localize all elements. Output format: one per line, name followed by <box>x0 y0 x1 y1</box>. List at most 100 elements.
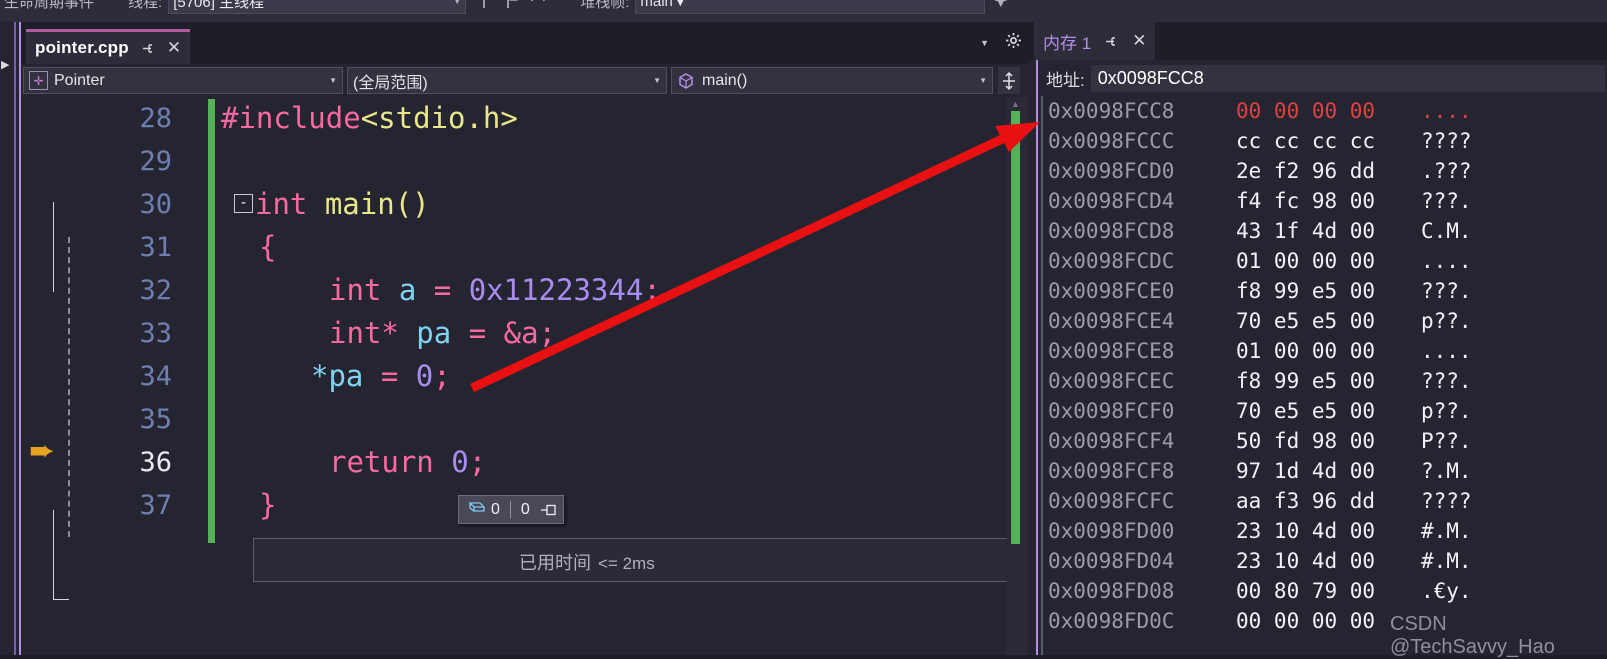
memory-address: 0x0098FCD8 <box>1048 219 1175 243</box>
thread-label: 线程: <box>128 0 163 11</box>
expand-pane-icon[interactable]: ▶ <box>1 58 9 71</box>
memory-row: 0x0098FCEC f8 99 e5 00???. <box>1028 366 1607 396</box>
semicolon: ; <box>433 359 451 393</box>
memory-gutter-rail <box>1041 96 1043 655</box>
memory-ascii: .... <box>1421 339 1472 363</box>
memory-row: 0x0098FCE8 01 00 00 00.... <box>1028 336 1607 366</box>
memory-hex: f8 99 e5 00 <box>1236 369 1376 393</box>
memory-row: 0x0098FD08 00 80 79 00 .€y. <box>1028 576 1607 606</box>
chevron-down-icon[interactable]: ▼ <box>980 38 989 48</box>
chevron-down-icon: ▼ <box>672 0 688 10</box>
memory-address: 0x0098FCF8 <box>1048 459 1175 483</box>
elapsed-time-annotation: 已用时间 <= 2ms <box>519 549 655 575</box>
assign-operator: = <box>468 316 504 350</box>
thread-select[interactable]: [5706] 主线程 ▼ <box>168 0 467 14</box>
memory-address-bar: 地址: 0x0098FCC8 <box>1028 60 1607 96</box>
close-icon[interactable]: ✕ <box>1132 31 1146 51</box>
code-surface[interactable]: ➨ 28 29 30 31 32 33 34 35 36 37 #include… <box>21 97 1028 655</box>
memory-address: 0x0098FCDC <box>1048 249 1175 273</box>
line-number: 31 <box>139 232 172 263</box>
line-number: 28 <box>139 103 172 134</box>
memory-address: 0x0098FD08 <box>1048 579 1175 603</box>
address-label: 地址: <box>1046 70 1085 90</box>
memory-row: 0x0098FCE4 70 e5 e5 00 p??. <box>1028 306 1607 336</box>
step-out-icon[interactable] <box>530 0 546 9</box>
memory-ascii: ???. <box>1421 369 1472 393</box>
memory-dump-rows[interactable]: 0x0098FCC8 00 00 00 00.... 0x0098FCCC cc c… <box>1028 96 1607 655</box>
keyword-int: int <box>255 187 308 221</box>
line-number: 30 <box>139 189 172 220</box>
pin-icon[interactable] <box>539 503 557 517</box>
elapsed-time-label: 已用时间 <box>519 553 591 573</box>
brace-guide-corner <box>53 599 69 600</box>
memory-row: 0x0098FD04 23 10 4d 00 #.M. <box>1028 546 1607 576</box>
project-select[interactable]: ✛ Pointer ▼ <box>23 67 343 94</box>
memory-tab-row: 内存 1 ✕ <box>1028 22 1607 60</box>
memory-hex: 70 e5 e5 00 <box>1236 399 1376 423</box>
memory-hex: 43 1f 4d 00 <box>1236 219 1376 243</box>
lifecycle-events-label: 生命周期事件 <box>4 0 95 11</box>
line-number-gutter: 28 29 30 31 32 33 34 35 36 37 <box>66 97 186 527</box>
open-brace: { <box>259 230 277 264</box>
fold-toggle-icon[interactable]: - <box>234 194 253 213</box>
scope-select[interactable]: (全局范围) ▼ <box>347 67 667 94</box>
line-number: 33 <box>139 318 172 349</box>
variable-a: a <box>381 273 434 307</box>
memory-ascii: p??. <box>1421 399 1472 423</box>
memory-row: 0x0098FCD4 f4 fc 98 00???. <box>1028 186 1607 216</box>
memory-address: 0x0098FCE4 <box>1048 309 1175 333</box>
close-icon[interactable]: ✕ <box>167 38 181 58</box>
code-line-31: { <box>221 226 1028 269</box>
step-over-icon[interactable] <box>506 0 520 9</box>
gear-icon[interactable] <box>1005 32 1022 54</box>
code-line-34: *pa = 0; <box>221 355 1028 398</box>
breakpoint-gutter[interactable]: ➨ <box>21 97 66 655</box>
pin-icon[interactable] <box>1103 34 1118 49</box>
code-editor-pane: ▶ pointer.cpp ✕ ▼ ✛ Pointer ▼ (全局范围) ▼ m… <box>0 22 1030 655</box>
editor-scrollbar[interactable]: ▲ <box>1007 97 1028 655</box>
toolbar-overflow-button[interactable]: ▬▼ <box>995 0 1006 10</box>
memory-ascii: ?.M. <box>1421 459 1472 483</box>
scroll-up-icon[interactable]: ▲ <box>1011 99 1020 109</box>
step-into-icon[interactable] <box>482 0 496 9</box>
memory-address: 0x0098FD04 <box>1048 549 1175 573</box>
memory-hex: aa f3 96 dd <box>1236 489 1376 513</box>
tab-memory-1[interactable]: 内存 1 ✕ <box>1034 22 1156 60</box>
debug-toolbar-icons <box>482 0 546 9</box>
line-number: 37 <box>139 490 172 521</box>
editor-tab-row: pointer.cpp ✕ ▼ <box>21 22 1028 64</box>
line-number: 32 <box>139 275 172 306</box>
memory-hex: 2e f2 96 dd <box>1236 159 1376 183</box>
memory-row: 0x0098FCF0 70 e5 e5 00 p??. <box>1028 396 1607 426</box>
pin-icon[interactable] <box>140 41 155 56</box>
memory-row: 0x0098FCD8 43 1f 4d 00 C.M. <box>1028 216 1607 246</box>
memory-hex: 00 00 00 00 <box>1236 99 1376 123</box>
memory-accent-rail <box>1036 96 1038 655</box>
memory-tab-title: 内存 1 <box>1043 33 1092 53</box>
memory-hex: 50 fd 98 00 <box>1236 429 1376 453</box>
stackframe-select[interactable]: main ▼ <box>635 0 986 14</box>
memory-address: 0x0098FCF4 <box>1048 429 1175 453</box>
memory-row: 0x0098FD00 23 10 4d 00 #.M. <box>1028 516 1607 546</box>
address-input[interactable]: 0x0098FCC8 <box>1090 64 1605 92</box>
symbol-select[interactable]: main() ▼ <box>671 67 993 94</box>
memory-hex: 00 80 79 00 <box>1236 579 1376 603</box>
memory-address: 0x0098FCF0 <box>1048 399 1175 423</box>
function-name-main: main() <box>307 187 430 221</box>
split-editor-button[interactable] <box>998 67 1020 94</box>
scrollbar-thumb[interactable] <box>1011 111 1020 544</box>
memory-hex: 23 10 4d 00 <box>1236 549 1376 573</box>
code-line-28: #include<stdio.h> <box>221 97 1028 140</box>
memory-hex: 97 1d 4d 00 <box>1236 459 1376 483</box>
cube-icon <box>677 72 695 90</box>
memory-row: 0x0098FCC8 00 00 00 00.... <box>1028 96 1607 126</box>
scope-name: (全局范围) <box>353 74 428 92</box>
memory-hex: 01 00 00 00 <box>1236 339 1376 363</box>
memory-hex: 23 10 4d 00 <box>1236 519 1376 543</box>
assign-operator: = <box>433 273 469 307</box>
tab-pointer-cpp[interactable]: pointer.cpp ✕ <box>26 29 191 64</box>
debugger-datatip[interactable]: 0 0 <box>458 495 564 524</box>
memory-ascii: .... <box>1421 249 1472 273</box>
line-number: 29 <box>139 146 172 177</box>
